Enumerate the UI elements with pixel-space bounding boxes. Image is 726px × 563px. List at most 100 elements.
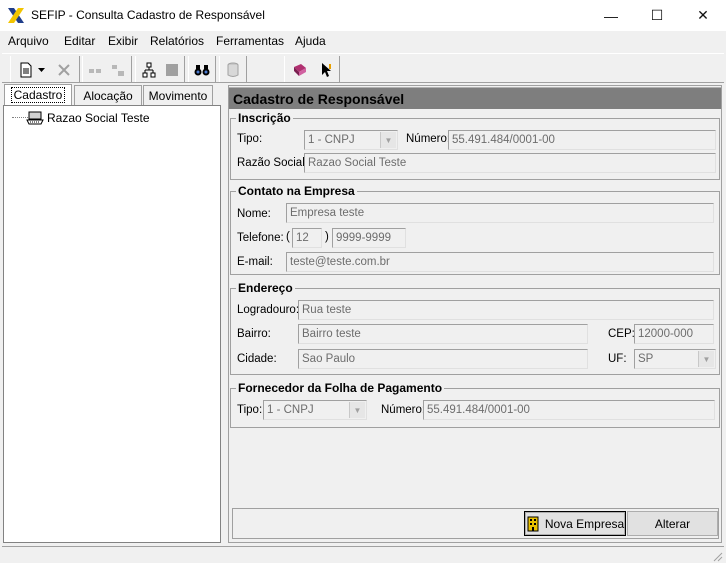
tree-button[interactable] <box>84 59 106 81</box>
toolbar-group-file <box>10 56 80 82</box>
minimize-button[interactable]: — <box>588 0 634 31</box>
panel-header: Cadastro de Responsável <box>229 87 721 109</box>
toolbar <box>2 53 724 83</box>
cep-label: CEP: <box>608 328 635 340</box>
tree-icon <box>89 69 101 73</box>
uf-select[interactable]: SP ▼ <box>634 349 716 369</box>
menu-arquivo[interactable]: Arquivo <box>8 34 49 48</box>
title-bar: SEFIP - Consulta Cadastro de Responsável… <box>0 0 726 31</box>
tab-movimento-label: Movimento <box>148 88 208 103</box>
menu-ferramentas[interactable]: Ferramentas <box>216 34 284 48</box>
telefone-field[interactable]: 9999-9999 <box>332 228 406 248</box>
menu-editar[interactable]: Editar <box>64 34 95 48</box>
toolbar-group-database <box>219 56 247 82</box>
logradouro-field[interactable]: Rua teste <box>298 300 714 320</box>
tab-cadastro[interactable]: Cadastro <box>4 84 72 105</box>
menu-relatorios[interactable]: Relatórios <box>150 34 204 48</box>
minimize-icon: — <box>604 7 618 24</box>
nova-empresa-label: Nova Empresa <box>544 516 625 531</box>
fornecedor-tipo-select[interactable]: 1 - CNPJ ▼ <box>263 400 367 420</box>
menu-ajuda[interactable]: Ajuda <box>295 34 326 48</box>
panel-title: Cadastro de Responsável <box>233 91 405 107</box>
close-button[interactable]: ✕ <box>680 0 726 31</box>
chevron-down-icon: ▼ <box>698 351 714 367</box>
bairro-label: Bairro: <box>237 328 271 340</box>
binoculars-search-icon <box>194 65 210 76</box>
alterar-label: Alterar <box>654 516 691 531</box>
toolbar-group-help <box>284 56 340 82</box>
tab-cadastro-label: Cadastro <box>10 87 66 103</box>
pointer-help-button[interactable] <box>315 59 337 81</box>
fornecedor-numero-label: Número: <box>381 404 426 416</box>
chevron-down-icon: ▼ <box>380 132 396 148</box>
cidade-label: Cidade: <box>237 353 277 365</box>
book-help-icon <box>294 64 306 76</box>
tab-movimento[interactable]: Movimento <box>143 85 213 105</box>
maximize-button[interactable]: ☐ <box>634 0 680 31</box>
contato-legend: Contato na Empresa <box>236 184 357 198</box>
new-document-dropdown[interactable] <box>35 59 47 81</box>
search-button[interactable] <box>191 59 213 81</box>
tree-panel: Razao Social Teste <box>3 105 221 543</box>
network-button[interactable] <box>138 59 160 81</box>
window-title: SEFIP - Consulta Cadastro de Responsável <box>31 8 265 22</box>
endereco-legend: Endereço <box>236 281 295 295</box>
email-field[interactable]: teste@teste.com.br <box>286 252 714 272</box>
building-icon <box>527 516 539 531</box>
logradouro-label: Logradouro: <box>237 304 300 316</box>
database-icon <box>227 62 239 77</box>
toolbar-group-tree <box>82 56 132 82</box>
razao-social-field[interactable]: Razao Social Teste <box>304 153 716 173</box>
keyboard-icon <box>26 111 44 125</box>
menu-bar: Arquivo Editar Exibir Relatórios Ferrame… <box>0 31 726 51</box>
maximize-icon: ☐ <box>650 7 664 23</box>
fornecedor-legend: Fornecedor da Folha de Pagamento <box>236 381 445 395</box>
tree-disabled-icon <box>112 65 124 76</box>
new-document-icon <box>20 62 32 78</box>
tab-alocacao[interactable]: Alocação <box>74 85 142 105</box>
inscricao-tipo-label: Tipo: <box>237 133 263 145</box>
ddd-open-paren: ( <box>286 231 290 243</box>
fornecedor-tipo-value: 1 - CNPJ <box>267 404 314 416</box>
inscricao-numero-field[interactable]: 55.491.484/0001-00 <box>448 130 716 150</box>
tree-disabled-button[interactable] <box>107 59 129 81</box>
delete-icon <box>58 64 70 76</box>
toolbar-group-network <box>135 56 185 82</box>
fornecedor-numero-field[interactable]: 55.491.484/0001-00 <box>423 400 715 420</box>
status-bar <box>2 546 724 563</box>
uf-label: UF: <box>608 353 627 365</box>
delete-button[interactable] <box>53 59 75 81</box>
cep-field[interactable]: 12000-000 <box>634 324 714 344</box>
nome-field[interactable]: Empresa teste <box>286 203 714 223</box>
email-label: E-mail: <box>237 256 273 268</box>
close-icon: ✕ <box>697 7 709 23</box>
stop-icon <box>166 64 178 76</box>
stop-button[interactable] <box>161 59 183 81</box>
telefone-label: Telefone: <box>237 232 284 244</box>
ddd-field[interactable]: 12 <box>292 228 322 248</box>
inscricao-numero-label: Número: <box>406 133 451 145</box>
inscricao-legend: Inscrição <box>236 111 293 125</box>
alterar-button[interactable]: Alterar <box>627 511 718 536</box>
chevron-down-icon: ▼ <box>349 402 365 418</box>
dropdown-arrow-icon <box>37 68 45 72</box>
nova-empresa-button[interactable]: Nova Empresa <box>524 511 626 536</box>
tab-alocacao-label: Alocação <box>83 88 133 103</box>
cidade-field[interactable]: Sao Paulo <box>298 349 588 369</box>
main-window: SEFIP - Consulta Cadastro de Responsável… <box>0 0 726 563</box>
razao-social-label: Razão Social: <box>237 157 308 169</box>
network-icon <box>142 62 156 78</box>
toolbar-group-search <box>188 56 216 82</box>
bairro-field[interactable]: Bairro teste <box>298 324 588 344</box>
resize-grip-icon[interactable] <box>711 550 723 562</box>
sefip-logo-icon <box>8 8 24 23</box>
database-button[interactable] <box>222 59 244 81</box>
menu-exibir[interactable]: Exibir <box>108 34 138 48</box>
pointer-help-icon <box>322 63 331 77</box>
tree-item-label: Razao Social Teste <box>47 111 150 125</box>
new-document-button[interactable] <box>15 59 37 81</box>
inscricao-tipo-select[interactable]: 1 - CNPJ ▼ <box>304 130 398 150</box>
tree-item[interactable]: Razao Social Teste <box>26 109 150 127</box>
help-book-button[interactable] <box>289 59 311 81</box>
ddd-close-paren: ) <box>325 231 329 243</box>
